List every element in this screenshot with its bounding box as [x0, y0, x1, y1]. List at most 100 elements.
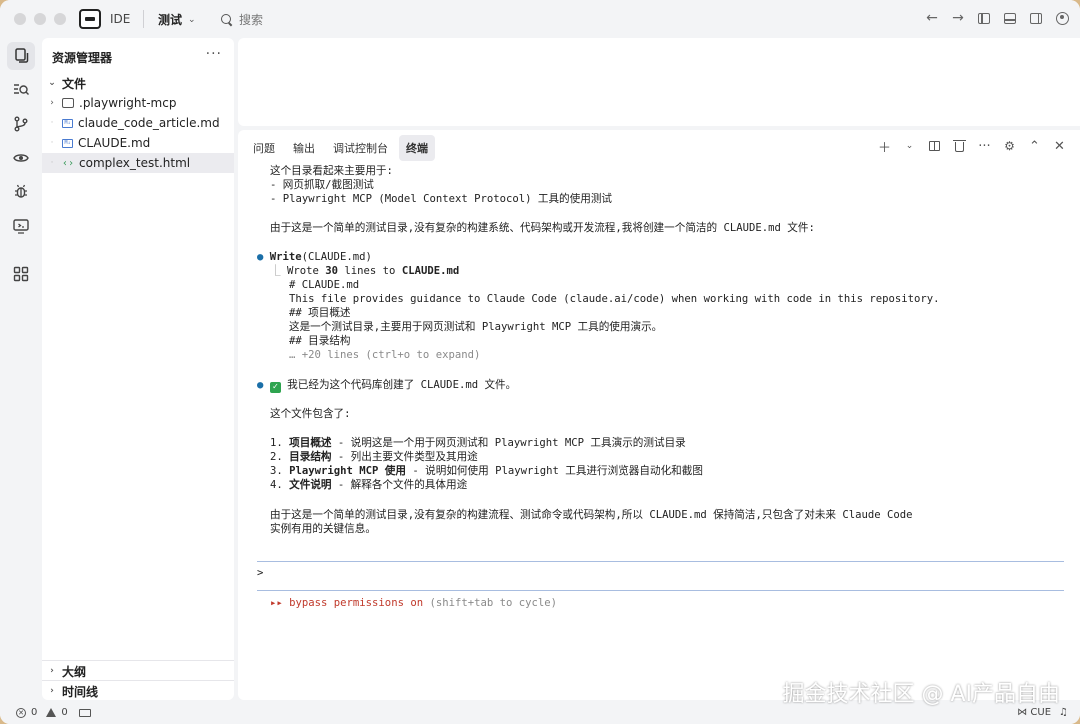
panel-tabs: 问题 输出 调试控制台 终端 — [246, 135, 435, 161]
back-arrow-icon[interactable]: ← — [924, 10, 940, 26]
outline-section[interactable]: › 大纲 — [42, 661, 234, 681]
terminal-line: 这个文件包含了: — [270, 408, 351, 420]
terminal-done-line: ● ✓ 我已经为这个代码库创建了 CLAUDE.md 文件。 — [257, 378, 516, 393]
outline-label: 大纲 — [62, 664, 87, 679]
list-rest: - 说明这是一个用于网页测试和 Playwright MCP 工具演示的测试目录 — [331, 437, 686, 449]
bullet-dot-icon: ● — [257, 251, 264, 263]
bug-icon — [15, 184, 27, 198]
monitor-icon — [13, 219, 29, 234]
maximize-window-button[interactable] — [54, 13, 66, 25]
chevron-down-icon: ⌄ — [48, 78, 56, 88]
new-terminal-button[interactable]: ＋ — [878, 139, 891, 156]
more-icon[interactable]: ··· — [978, 139, 991, 154]
account-button[interactable] — [1054, 10, 1070, 26]
minimize-window-button[interactable] — [34, 13, 46, 25]
close-window-button[interactable] — [14, 13, 26, 25]
terminal-line: 这个目录看起来主要用于: — [270, 165, 393, 177]
cue-status[interactable]: ⋈ CUE — [1017, 707, 1051, 718]
title-bar: IDE 测试 ⌄ 搜索 ← → — [0, 0, 1080, 38]
trash-icon — [953, 140, 966, 152]
expand-hint[interactable]: … +20 lines (ctrl+o to expand) — [289, 348, 480, 362]
tab-terminal[interactable]: 终端 — [399, 135, 435, 161]
tree-item-playwright-mcp[interactable]: › .playwright-mcp — [42, 93, 234, 113]
tab-debug-console[interactable]: 调试控制台 — [326, 135, 395, 161]
extensions-button[interactable] — [7, 260, 35, 288]
terminal-line: 这是一个测试目录,主要用于网页测试和 Playwright MCP 工具的使用演… — [289, 321, 663, 333]
window-controls — [14, 13, 66, 25]
timeline-label: 时间线 — [62, 684, 99, 699]
status-right: ⋈ CUE ♫ — [1017, 707, 1068, 718]
tree-item-claude-md[interactable]: · M↓ CLAUDE.md — [42, 133, 234, 153]
preview-button[interactable] — [7, 144, 35, 172]
close-icon[interactable]: ✕ — [1053, 139, 1066, 154]
list-bold: 项目概述 — [289, 437, 332, 449]
done-text: 我已经为这个代码库创建了 CLAUDE.md 文件。 — [287, 379, 517, 391]
prompt-top-border — [257, 561, 1064, 562]
git-branch-icon — [14, 116, 28, 132]
editor-area[interactable] — [238, 38, 1080, 126]
terminal-list-item: 1. 项目概述 - 说明这是一个用于网页测试和 Playwright MCP 工… — [270, 436, 686, 450]
title-separator — [143, 10, 144, 28]
markdown-file-icon: M↓ — [62, 138, 73, 148]
search-view-button[interactable] — [7, 76, 35, 104]
tab-problems[interactable]: 问题 — [246, 135, 282, 161]
terminal-line: - Playwright MCP (Model Context Protocol… — [270, 193, 613, 205]
tab-output[interactable]: 输出 — [286, 135, 322, 161]
list-rest: - 解释各个文件的具体用途 — [331, 479, 468, 491]
wrote-file: CLAUDE.md — [401, 265, 460, 277]
tree-item-complex-test-html[interactable]: · ‹› complex_test.html — [42, 153, 234, 173]
ide-label[interactable]: IDE — [110, 12, 130, 26]
markdown-file-icon: M↓ — [62, 118, 73, 128]
split-terminal-button[interactable] — [928, 139, 941, 153]
terminal-line: 实例有用的关键信息。 — [270, 523, 376, 535]
watermark-text: 掘金技术社区 @ AI产品自由 — [782, 682, 1060, 707]
explorer-title: 资源管理器 — [52, 51, 113, 65]
explorer-button[interactable] — [7, 42, 35, 70]
more-actions-icon[interactable]: ··· — [206, 46, 222, 62]
source-control-button[interactable] — [7, 110, 35, 138]
tree-item-claude-code-article[interactable]: · M↓ claude_code_article.md — [42, 113, 234, 133]
chevron-right-icon: › — [50, 686, 54, 696]
remote-button[interactable] — [7, 212, 35, 240]
tree-dot: · — [50, 118, 54, 128]
timeline-section[interactable]: › 时间线 — [42, 681, 234, 701]
debug-button[interactable] — [7, 178, 35, 206]
terminal-list-item: 2. 目录结构 - 列出主要文件类型及其用途 — [270, 450, 478, 464]
terminal-line: ## 目录结构 — [289, 335, 351, 347]
terminal-line: 由于这是一个简单的测试目录,没有复杂的构建流程、测试命令或代码架构,所以 CLA… — [270, 509, 913, 521]
tool-name: Write — [269, 251, 302, 263]
terminal-line: - 网页抓取/截图测试 — [270, 179, 374, 191]
bottom-panel-icon — [1004, 12, 1016, 24]
toggle-right-panel-button[interactable] — [1028, 10, 1044, 26]
problems-indicator[interactable]: ✕ 0 0 — [16, 707, 91, 718]
terminal-tool-result: ⎿ Wrote 30 lines to CLAUDE.md — [270, 264, 459, 278]
terminal-line: ## 项目概述 — [289, 307, 351, 319]
tree-root-folder[interactable]: ⌄ 文件 — [42, 73, 234, 93]
forward-arrow-icon[interactable]: → — [950, 10, 966, 26]
settings-sliders-icon[interactable]: ⚙ — [1003, 139, 1016, 153]
error-icon: ✕ — [16, 707, 26, 718]
tree-dot: · — [50, 158, 54, 168]
explorer-sidebar: 资源管理器 ··· ⌄ 文件 › .playwright-mcp · M↓ cl… — [42, 38, 234, 700]
prompt-bottom-border — [257, 590, 1064, 591]
terminal-list-item: 3. Playwright MCP 使用 - 说明如何使用 Playwright… — [270, 464, 703, 478]
chevron-up-icon[interactable]: ⌃ — [1028, 139, 1041, 154]
chevron-down-icon[interactable]: ⌄ — [903, 139, 916, 153]
toggle-bottom-panel-button[interactable] — [1002, 10, 1018, 26]
tree-item-label: CLAUDE.md — [78, 136, 151, 150]
ide-logo-icon[interactable] — [79, 9, 101, 29]
files-icon — [15, 48, 29, 63]
search-list-icon — [14, 84, 29, 95]
kill-terminal-button[interactable] — [953, 139, 966, 153]
tree-dot: · — [50, 138, 54, 148]
eye-icon — [13, 154, 29, 162]
toggle-left-panel-button[interactable] — [976, 10, 992, 26]
list-bold: 目录结构 — [289, 451, 332, 463]
notification-bell-icon[interactable]: ♫ — [1059, 707, 1068, 718]
project-switcher[interactable]: 测试 ⌄ — [158, 11, 196, 28]
bypass-status: ▸▸ bypass permissions on (shift+tab to c… — [270, 596, 557, 610]
search-box[interactable]: 搜索 — [221, 11, 263, 28]
warning-icon — [46, 708, 57, 717]
activity-bar — [0, 38, 42, 700]
prompt-symbol[interactable]: > — [257, 566, 263, 580]
